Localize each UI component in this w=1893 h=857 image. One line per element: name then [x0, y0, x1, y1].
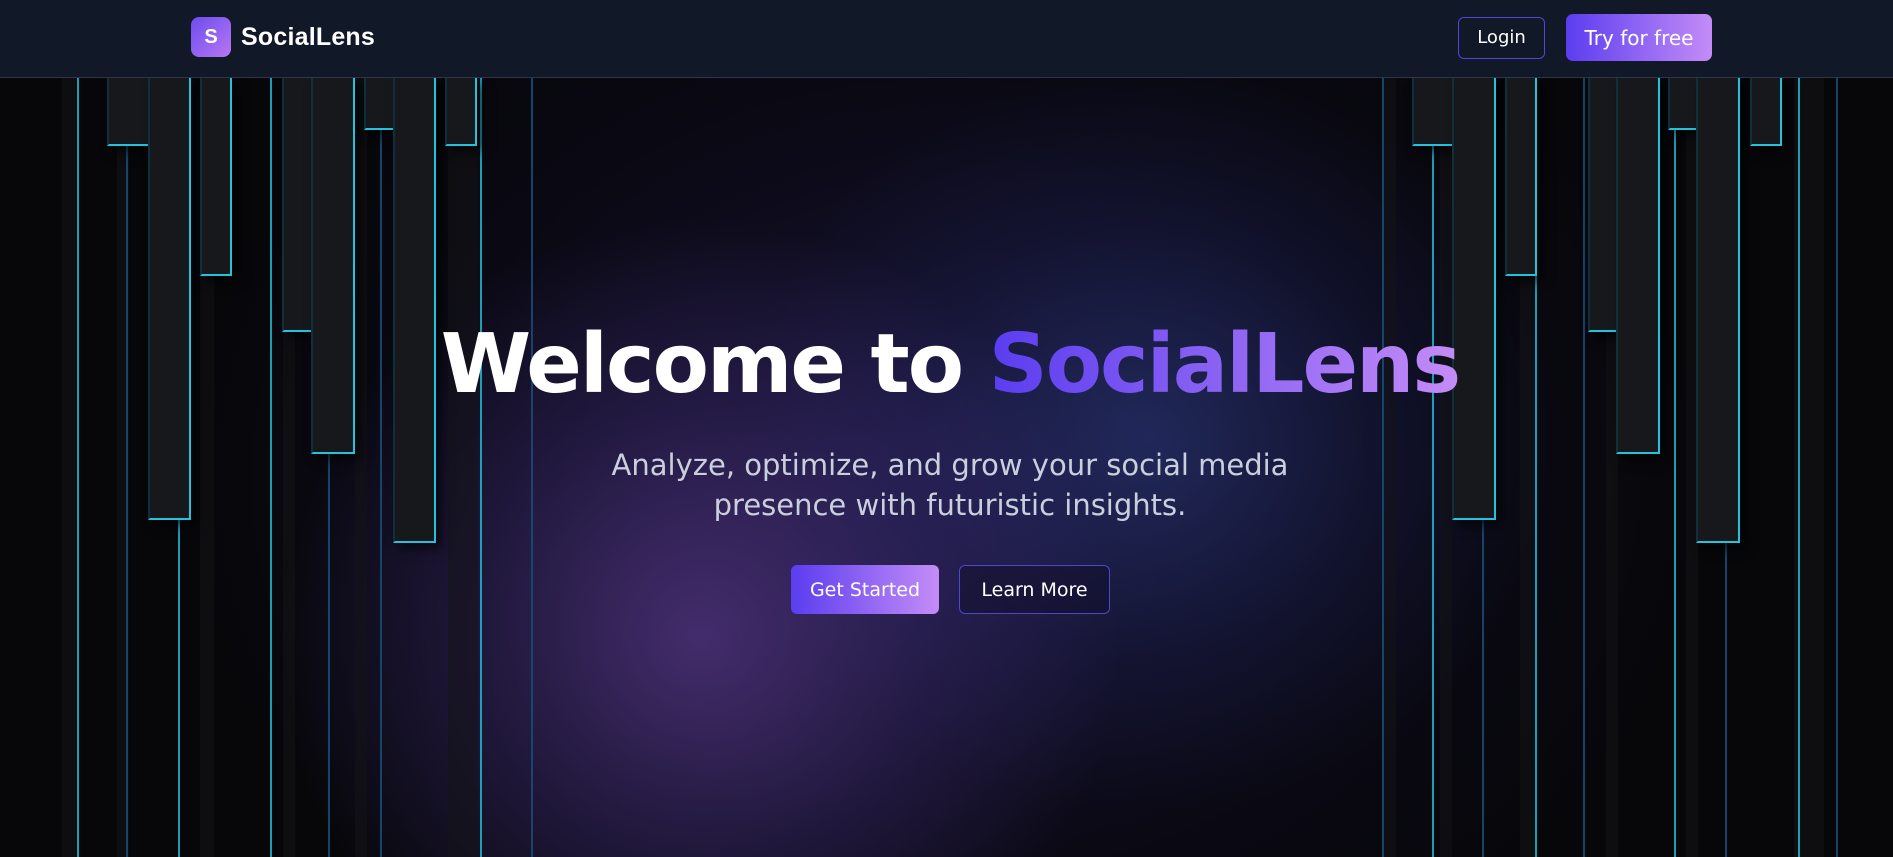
hero-content: Welcome to SocialLens Analyze, optimize,…: [0, 78, 1893, 857]
top-navbar: S SocialLens Login Try for free: [0, 0, 1893, 78]
hero-title: Welcome to SocialLens: [0, 317, 1893, 412]
hero-section: Welcome to SocialLens Analyze, optimize,…: [0, 78, 1893, 857]
try-for-free-button[interactable]: Try for free: [1566, 14, 1712, 61]
get-started-button[interactable]: Get Started: [791, 565, 939, 614]
learn-more-button[interactable]: Learn More: [959, 565, 1110, 614]
brand-logo-icon: S: [191, 17, 231, 57]
hero-title-prefix: Welcome to: [440, 317, 989, 412]
brand-name: SocialLens: [241, 22, 375, 51]
hero-title-accent: SocialLens: [988, 317, 1462, 412]
nav-actions: Login Try for free: [1458, 14, 1712, 61]
hero-subtitle: Analyze, optimize, and grow your social …: [611, 448, 1289, 522]
login-button[interactable]: Login: [1458, 16, 1545, 59]
brand-home-link[interactable]: S SocialLens: [191, 17, 375, 57]
hero-buttons: Get Started Learn More: [791, 565, 1110, 614]
